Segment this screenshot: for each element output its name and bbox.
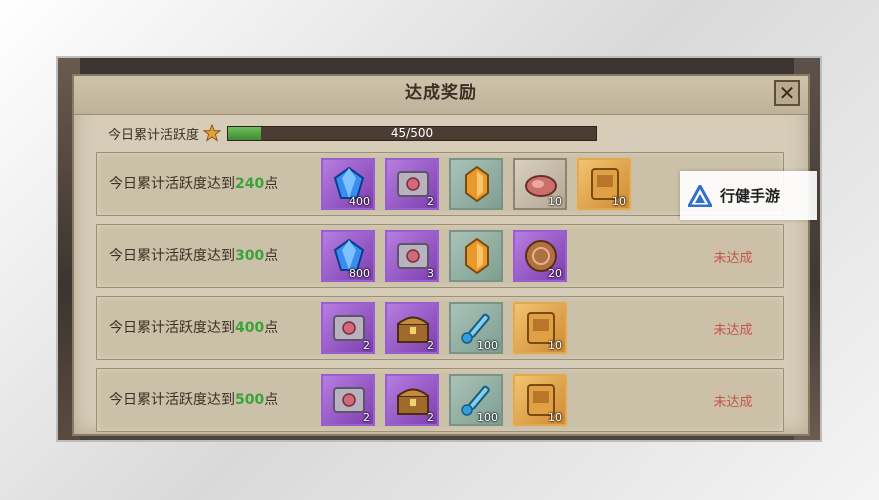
watermark-logo-icon [688,184,712,207]
reward-row-label: 今日累计活跃度达到240点 [109,153,278,215]
activity-progress-bar: 45/500 [227,125,598,141]
reward-item-list: 800 3 20 [321,230,567,282]
reward-row-suffix: 点 [264,392,279,408]
reward-status-badge: 未达成 [701,308,765,348]
activity-label: 今日累计活跃度 [108,127,200,143]
reward-row-suffix: 点 [264,320,279,336]
reward-item-quantity: 2 [363,411,370,424]
reward-item-quantity: 2 [363,339,370,352]
reward-item-slot[interactable] [449,158,503,210]
reward-item-quantity: 800 [349,267,370,280]
reward-item-quantity: 100 [477,411,498,424]
panel-title: 达成奖励 [74,76,808,115]
activity-progress-text: 45/500 [390,125,434,140]
reward-item-slot[interactable]: 2 [385,374,439,426]
reward-row-target: 400 [235,320,265,336]
amber-crystal-icon [465,165,489,203]
reward-item-quantity: 2 [427,339,434,352]
reward-status-text: 未达成 [713,250,753,266]
reward-status-text: 未达成 [713,394,753,410]
reward-item-slot[interactable]: 10 [513,158,567,210]
reward-item-slot[interactable]: 100 [449,302,503,354]
reward-item-list: 2 2 100 10 [321,374,567,426]
reward-row-suffix: 点 [264,176,279,192]
reward-item-quantity: 2 [427,195,434,208]
reward-row-500: 今日累计活跃度达到500点 2 2 100 10 未达成 [96,368,784,432]
reward-item-list: 400 2 10 10 [321,158,631,210]
reward-status-badge: 未达成 [701,236,765,276]
reward-row-prefix: 今日累计活跃度达到 [109,320,235,336]
reward-item-slot[interactable]: 800 [321,230,375,282]
reward-item-quantity: 10 [548,195,562,208]
star-icon [203,124,222,142]
reward-item-quantity: 10 [612,195,626,208]
reward-item-slot[interactable]: 2 [321,302,375,354]
reward-item-slot[interactable]: 100 [449,374,503,426]
reward-row-label: 今日累计活跃度达到500点 [109,369,278,431]
reward-item-list: 2 2 100 10 [321,302,567,354]
reward-item-quantity: 100 [477,339,498,352]
reward-row-label: 今日累计活跃度达到300点 [109,225,278,287]
reward-item-quantity: 2 [427,411,434,424]
game-background-top [58,58,820,74]
reward-row-400: 今日累计活跃度达到400点 2 2 100 10 未达成 [96,296,784,360]
reward-status-text: 未达成 [713,322,753,338]
amber-crystal-icon [465,237,489,275]
reward-row-prefix: 今日累计活跃度达到 [109,248,235,264]
watermark: 行健手游 [680,171,817,220]
reward-row-300: 今日累计活跃度达到300点 800 3 20 未达成 [96,224,784,288]
activity-progress: 今日累计活跃度 45/500 [108,124,598,143]
reward-row-suffix: 点 [264,248,279,264]
reward-item-slot[interactable]: 2 [385,158,439,210]
reward-panel: 达成奖励 ✕ 今日累计活跃度 45/500 今日累计活跃度达到240点 400 2 1… [72,74,810,436]
reward-item-quantity: 10 [548,411,562,424]
reward-status-badge: 未达成 [701,380,765,420]
reward-row-target: 500 [235,392,265,408]
reward-item-quantity: 10 [548,339,562,352]
reward-row-target: 300 [235,248,265,264]
watermark-text: 行健手游 [720,187,781,205]
reward-item-slot[interactable]: 2 [321,374,375,426]
reward-row-target: 240 [235,176,265,192]
reward-row-label: 今日累计活跃度达到400点 [109,297,278,359]
reward-item-slot[interactable]: 10 [513,302,567,354]
reward-row-prefix: 今日累计活跃度达到 [109,392,235,408]
reward-item-slot[interactable]: 10 [513,374,567,426]
reward-row-prefix: 今日累计活跃度达到 [109,176,235,192]
reward-item-slot[interactable]: 20 [513,230,567,282]
reward-item-quantity: 3 [427,267,434,280]
reward-item-slot[interactable]: 3 [385,230,439,282]
game-viewport: 达成奖励 ✕ 今日累计活跃度 45/500 今日累计活跃度达到240点 400 2 1… [58,58,820,440]
reward-item-quantity: 20 [548,267,562,280]
close-button[interactable]: ✕ [774,80,800,106]
reward-item-quantity: 400 [349,195,370,208]
reward-item-slot[interactable]: 400 [321,158,375,210]
reward-item-slot[interactable]: 2 [385,302,439,354]
reward-item-slot[interactable]: 10 [577,158,631,210]
reward-item-slot[interactable] [449,230,503,282]
